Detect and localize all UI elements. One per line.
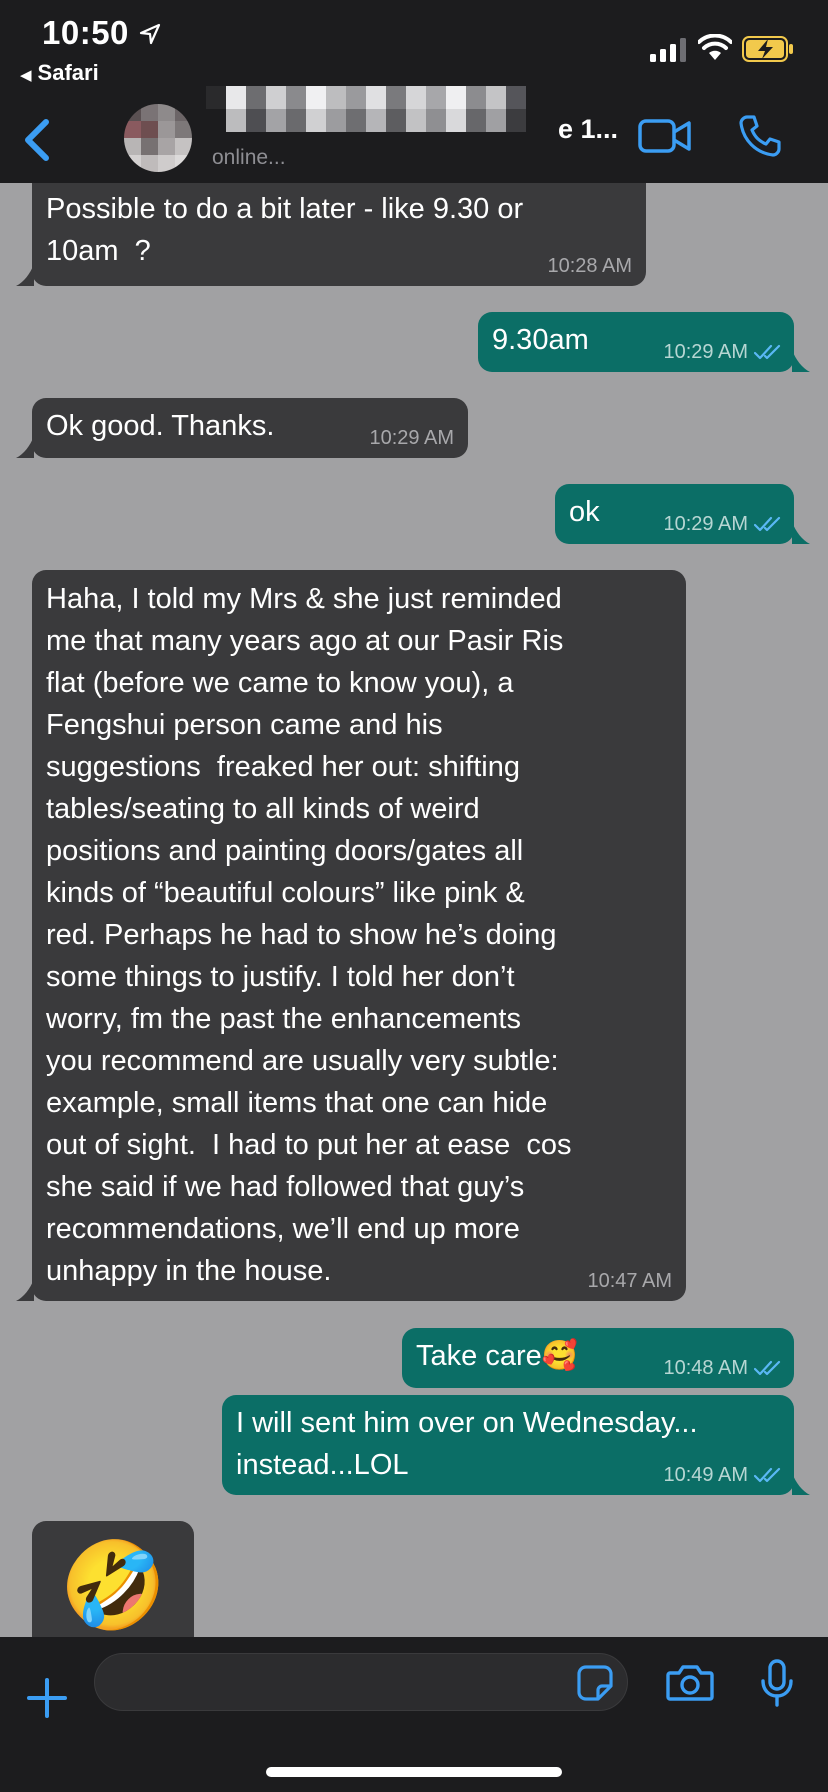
back-app-label: Safari [37, 60, 99, 85]
message-meta: 10:29 AM [663, 514, 782, 534]
top-bar: 10:50 ◀ Safari e 1... online... [0, 0, 828, 183]
video-call-icon[interactable] [638, 118, 692, 154]
message-meta: 10:28 AM [547, 256, 632, 276]
status-time: 10:50 [42, 14, 129, 51]
message-time: 10:47 AM [587, 1270, 672, 1292]
bubble-tail [16, 264, 34, 286]
message-time: 10:29 AM [369, 427, 454, 449]
camera-icon[interactable] [666, 1663, 714, 1703]
read-ticks-icon [754, 344, 781, 360]
chat-area[interactable]: Possible to do a bit later - like 9.30 o… [0, 183, 828, 1637]
contact-avatar[interactable] [124, 104, 192, 172]
bubble-tail [16, 436, 34, 458]
message-time: 10:29 AM [663, 341, 748, 363]
message-time: 10:28 AM [547, 255, 632, 277]
message-outgoing[interactable]: ok 10:29 AM [555, 484, 810, 544]
message-meta: 10:29 AM [369, 428, 454, 448]
message-incoming[interactable]: Haha, I told my Mrs & she just reminded … [16, 570, 686, 1301]
message-time: 10:29 AM [663, 513, 748, 535]
bubble-tail [792, 350, 810, 372]
home-indicator[interactable] [266, 1767, 562, 1777]
contact-status: online... [212, 146, 286, 169]
message-incoming[interactable]: Ok good. Thanks. 10:29 AM [16, 398, 468, 458]
attach-plus-icon[interactable] [26, 1677, 68, 1719]
message-input[interactable] [94, 1653, 628, 1711]
back-to-safari[interactable]: ◀ Safari [20, 60, 99, 86]
contact-name-redacted[interactable] [206, 86, 546, 132]
message-meta: 10:29 AM [663, 342, 782, 362]
message-meta: 10:47 AM [587, 1271, 672, 1291]
message-incoming-emoji[interactable]: 🤣 [32, 1521, 194, 1637]
message-meta: 10:48 AM [663, 1358, 782, 1378]
signal-icon [650, 38, 686, 62]
bubble-tail [16, 1279, 34, 1301]
message-outgoing[interactable]: I will sent him over on Wednesday... ins… [222, 1395, 810, 1495]
message-incoming[interactable]: Possible to do a bit later - like 9.30 o… [16, 183, 646, 286]
read-ticks-icon [754, 516, 781, 532]
wifi-icon [698, 34, 732, 60]
message-outgoing[interactable]: Take care🥰 10:48 AM [402, 1328, 794, 1388]
message-time: 10:48 AM [663, 1357, 748, 1379]
input-bar [0, 1637, 828, 1792]
location-arrow-icon [139, 23, 161, 45]
bubble-tail [792, 522, 810, 544]
message-text: 🤣 [59, 1538, 167, 1634]
microphone-icon[interactable] [760, 1659, 794, 1709]
voice-call-icon[interactable] [738, 114, 782, 158]
message-text: Possible to do a bit later - like 9.30 o… [46, 193, 524, 267]
message-meta: 10:49 AM [663, 1465, 782, 1485]
message-time: 10:49 AM [663, 1464, 748, 1486]
bubble-tail [792, 1473, 810, 1495]
message-text: Haha, I told my Mrs & she just reminded … [46, 583, 572, 1287]
back-chevron-icon[interactable] [22, 118, 52, 162]
contact-name-suffix: e 1... [558, 114, 619, 144]
back-triangle-icon: ◀ [20, 67, 32, 84]
read-ticks-icon [754, 1467, 781, 1483]
read-ticks-icon [754, 1360, 781, 1376]
sticker-icon[interactable] [576, 1664, 614, 1702]
battery-charging-icon [742, 36, 793, 62]
message-outgoing[interactable]: 9.30am 10:29 AM [478, 312, 810, 372]
